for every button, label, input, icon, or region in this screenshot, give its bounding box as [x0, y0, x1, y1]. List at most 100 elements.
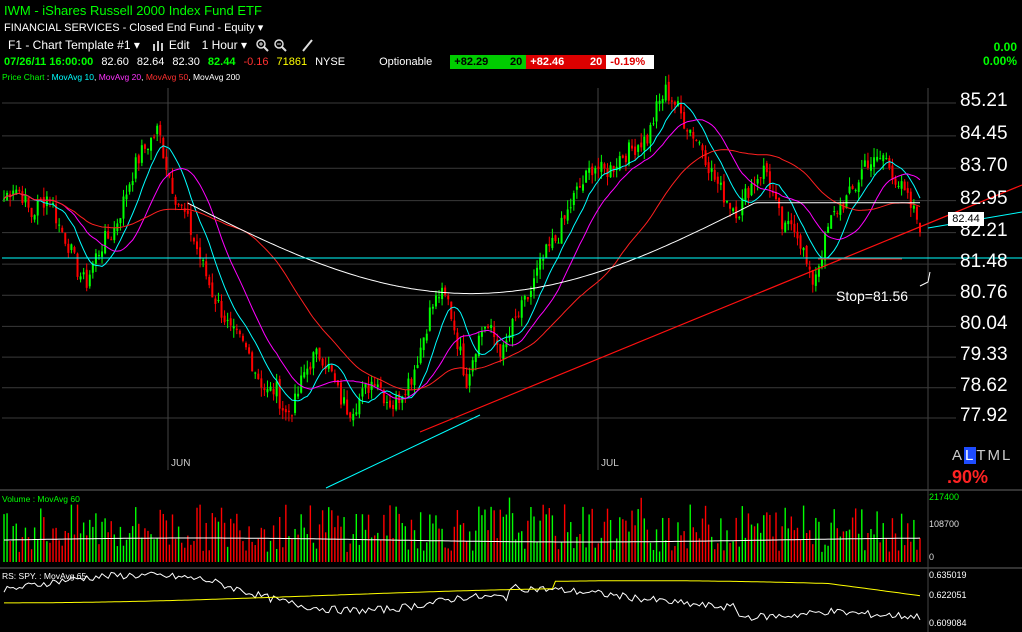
price-tick-label: 82.95: [960, 187, 1008, 209]
candle-body: [306, 368, 309, 375]
candle-body: [891, 165, 894, 180]
candle-body: [413, 369, 416, 386]
candle-body: [876, 156, 879, 161]
candle-body: [346, 399, 349, 415]
candle-body: [545, 244, 548, 258]
candle-body: [594, 168, 597, 174]
candle-body: [220, 300, 223, 318]
candle-body: [557, 242, 560, 244]
candle-body: [597, 166, 600, 170]
rs-axis-mid: 0.622051: [929, 590, 967, 600]
candle-body: [208, 276, 211, 286]
month-label-jun: JUN: [171, 458, 191, 469]
ma200-line: [187, 202, 920, 295]
candle-body: [364, 383, 367, 388]
candle-body: [58, 224, 61, 226]
candle-body: [88, 274, 91, 287]
chart-canvas[interactable]: [0, 0, 1022, 632]
candle-body: [183, 208, 186, 212]
stop-label: Stop=81.56: [836, 288, 909, 304]
candle-body: [566, 209, 569, 221]
candle-body: [101, 251, 104, 257]
candle-body: [272, 389, 275, 395]
candle-body: [30, 207, 33, 217]
candle-body: [64, 233, 67, 244]
candle-body: [232, 326, 235, 329]
candle-body: [793, 223, 796, 233]
candle-body: [465, 373, 468, 389]
candle-body: [284, 409, 287, 413]
candle-body: [297, 393, 300, 397]
candle-body: [707, 162, 710, 174]
candle-body: [631, 145, 634, 149]
candle-body: [744, 188, 747, 202]
candle-body: [94, 253, 97, 264]
candle-body: [499, 344, 502, 357]
candle-body: [24, 194, 27, 203]
candle-body: [398, 393, 401, 404]
candle-body: [196, 241, 199, 250]
candle-body: [575, 186, 578, 190]
trendline-cyan: [325, 414, 481, 489]
candle-body: [480, 331, 483, 337]
candle-body: [738, 217, 741, 219]
candle-body: [180, 204, 183, 206]
candle-body: [174, 196, 177, 205]
candle-body: [585, 170, 588, 183]
candle-body: [235, 328, 238, 330]
candle-body: [824, 232, 827, 261]
candle-body: [670, 100, 673, 102]
candle-body: [349, 412, 352, 418]
candle-body: [309, 366, 312, 370]
candle-body: [468, 374, 471, 386]
candle-body: [134, 157, 137, 179]
candle-body: [560, 217, 563, 244]
altml-a: A: [952, 447, 965, 464]
candle-body: [290, 415, 293, 417]
candle-body: [352, 413, 355, 421]
candle-body: [229, 318, 232, 326]
candle-body: [36, 201, 39, 216]
candle-body: [912, 205, 915, 209]
candle-body: [851, 186, 854, 190]
candle-body: [373, 383, 376, 387]
candle-body: [869, 164, 872, 171]
candle-body: [143, 144, 146, 149]
candle-body: [603, 163, 606, 169]
candle-body: [257, 373, 260, 380]
candle-body: [128, 184, 131, 192]
rs-ma-line: [4, 580, 921, 604]
candle-body: [312, 352, 315, 369]
candle-body: [548, 243, 551, 247]
candle-body: [759, 177, 762, 179]
candle-body: [542, 258, 545, 261]
candle-body: [897, 185, 900, 187]
candle-body: [888, 158, 891, 169]
candle-body: [379, 382, 382, 388]
rs-axis-min: 0.609084: [929, 618, 967, 628]
candle-body: [70, 244, 73, 251]
candle-body: [186, 210, 189, 214]
candle-body: [122, 196, 125, 219]
candle-body: [572, 192, 575, 206]
candle-body: [894, 178, 897, 185]
candle-body: [882, 155, 885, 162]
candle-body: [716, 176, 719, 184]
price-tick-label: 80.04: [960, 313, 1008, 335]
rs-legend-text: RS: SPY. : MovAvg 65: [2, 571, 87, 581]
candle-body: [171, 177, 174, 194]
candle-body: [612, 165, 615, 172]
candle-body: [551, 237, 554, 249]
candle-body: [802, 248, 805, 251]
candle-body: [76, 253, 79, 277]
candle-body: [153, 136, 156, 138]
candle-body: [45, 196, 48, 207]
candle-body: [125, 194, 128, 200]
candle-body: [441, 287, 444, 299]
rs-axis-max: 0.635019: [929, 570, 967, 580]
candle-body: [438, 297, 441, 299]
candle-body: [303, 372, 306, 378]
price-tick-label: 84.45: [960, 122, 1008, 144]
candle-body: [857, 182, 860, 192]
altml-indicator[interactable]: ALTML: [952, 447, 1012, 464]
